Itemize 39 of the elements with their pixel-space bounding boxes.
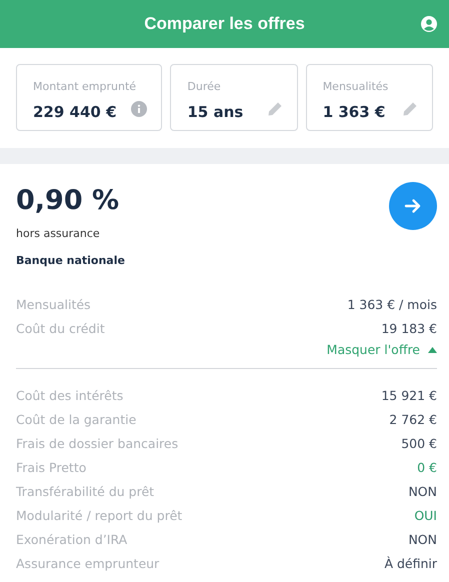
field-label: Montant emprunté — [33, 79, 138, 95]
interest-rate: 0,90 % — [16, 186, 120, 216]
row-label: Modularité / report du prêt — [16, 507, 182, 526]
field-label: Mensualités — [322, 79, 390, 95]
field-card[interactable]: Montant emprunté 229 440 € — [16, 64, 162, 131]
rate-note: hors assurance — [16, 226, 101, 242]
field-value: 1 363 € — [322, 102, 386, 122]
row-value: 2 762 € — [389, 411, 437, 430]
row-label: Assurance emprunteur — [16, 555, 160, 574]
next-button[interactable] — [389, 182, 437, 230]
caret-icon — [428, 347, 437, 354]
row-label: Mensualités — [16, 296, 91, 314]
row-label: Transférabilité du prêt — [16, 483, 154, 502]
field-card[interactable]: Mensualités 1 363 € — [306, 64, 433, 131]
row-value: 1 363 € / mois — [347, 296, 437, 314]
info-icon[interactable] — [131, 101, 148, 118]
user-icon[interactable] — [421, 16, 437, 32]
field-value: 229 440 € — [33, 102, 117, 122]
pencil-icon[interactable] — [266, 101, 283, 118]
field-label: Durée — [187, 79, 222, 95]
row-label: Coût du crédit — [16, 320, 105, 338]
row-value: OUI — [414, 507, 437, 526]
page-title: Comparer les offres — [144, 13, 305, 36]
row-value: 0 € — [417, 459, 437, 478]
row-label: Coût des intérêts — [16, 387, 124, 406]
field-card[interactable]: Durée 15 ans — [170, 64, 298, 131]
row-value: NON — [408, 483, 437, 502]
bank-name: Banque nationale — [16, 252, 126, 268]
row-value: 19 183 € — [381, 320, 437, 338]
row-label: Coût de la garantie — [16, 411, 136, 430]
row-label: Exonération d’IRA — [16, 531, 128, 550]
row-value: À définir — [384, 555, 437, 574]
row-label: Frais Pretto — [16, 459, 86, 478]
row-value: 15 921 € — [381, 387, 437, 406]
pencil-icon[interactable] — [402, 101, 418, 118]
row-value: NON — [408, 531, 437, 550]
field-value: 15 ans — [187, 102, 244, 122]
row-label: Frais de dossier bancaires — [16, 435, 178, 454]
row-value: 500 € — [401, 435, 437, 454]
